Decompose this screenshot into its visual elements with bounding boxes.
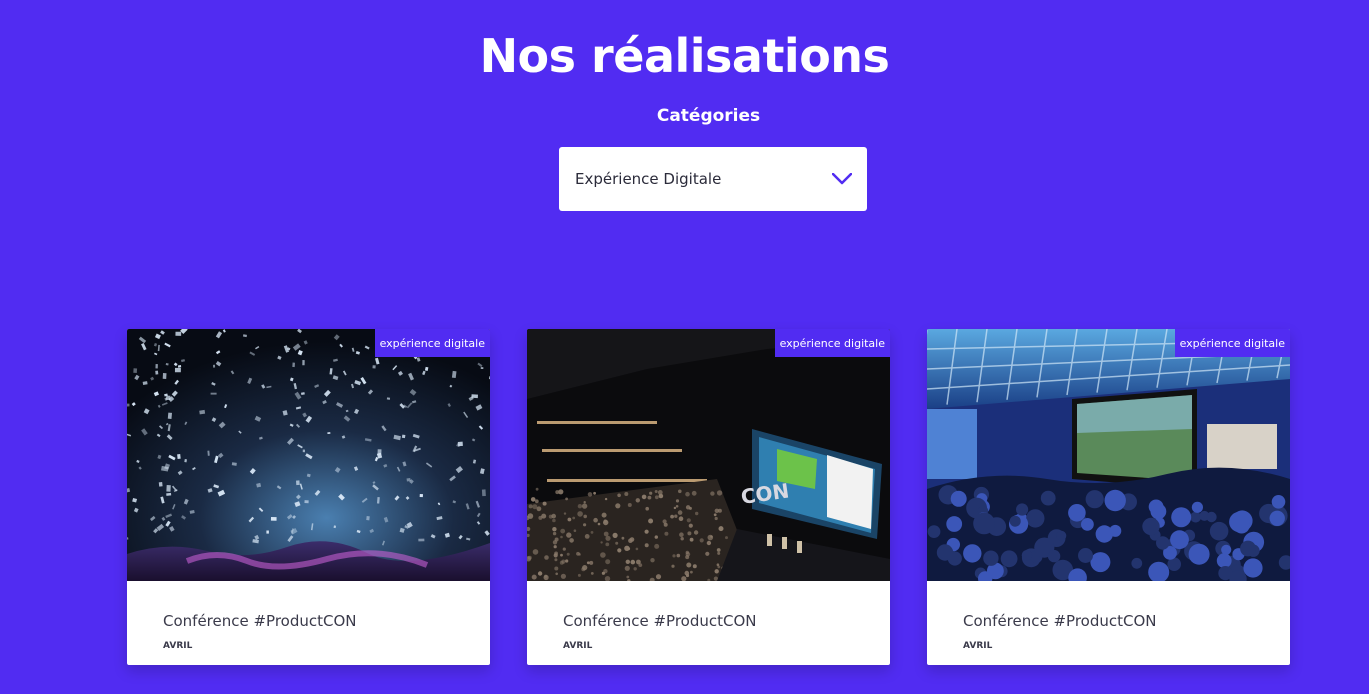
project-image-conference-room xyxy=(927,329,1290,581)
project-card[interactable]: expérience digitale Conférence #ProductC… xyxy=(127,329,490,665)
category-badge: expérience digitale xyxy=(374,329,490,357)
project-title: Conférence #ProductCON xyxy=(963,612,1157,630)
project-image-auditorium: CON xyxy=(527,329,890,581)
category-label: Catégories xyxy=(656,106,761,126)
project-date: AVRIL xyxy=(963,641,993,651)
chevron-down-icon xyxy=(831,172,853,186)
project-title: Conférence #ProductCON xyxy=(563,612,757,630)
category-select[interactable]: Expérience Digitale xyxy=(559,147,867,211)
project-card[interactable]: CON expérience digitale Conférence #Prod… xyxy=(527,329,890,665)
category-badge: expérience digitale xyxy=(1174,329,1290,357)
category-select-value: Expérience Digitale xyxy=(575,170,722,188)
category-badge: expérience digitale xyxy=(774,329,890,357)
project-date: AVRIL xyxy=(563,641,593,651)
project-image-confetti xyxy=(127,329,490,581)
project-date: AVRIL xyxy=(163,641,193,651)
project-card[interactable]: expérience digitale Conférence #ProductC… xyxy=(927,329,1290,665)
page-title: Nos réalisations xyxy=(479,29,890,83)
project-title: Conférence #ProductCON xyxy=(163,612,357,630)
